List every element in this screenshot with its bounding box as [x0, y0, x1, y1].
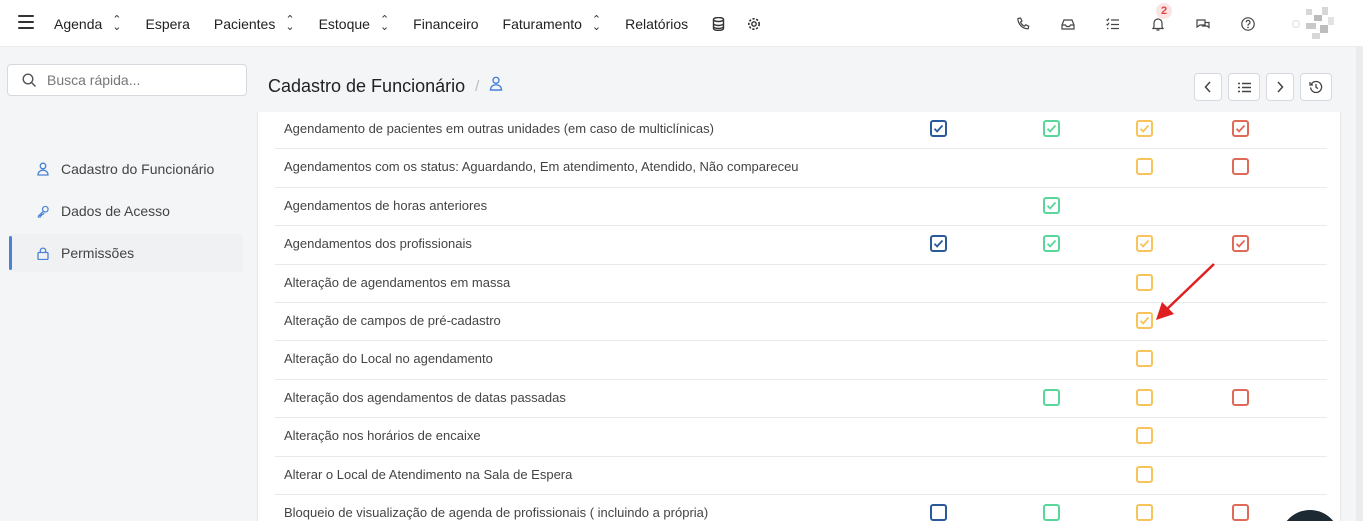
- table-row: Agendamentos com os status: Aguardando, …: [275, 149, 1327, 188]
- permission-checkbox[interactable]: [1232, 158, 1249, 176]
- table-row: Agendamentos dos profissionais: [275, 226, 1327, 265]
- sort-caret-icon: ⌃ ⌄: [379, 13, 390, 33]
- table-row: Agendamentos de horas anteriores: [275, 188, 1327, 227]
- menu-icon[interactable]: [18, 15, 34, 29]
- top-navbar: Agenda ⌃ ⌄ Espera Pacientes ⌃ ⌄ Estoque ⌃ ⌄ Fi…: [0, 0, 1363, 47]
- permission-label: Agendamento de pacientes em outras unida…: [284, 121, 714, 136]
- history-button[interactable]: [1300, 73, 1332, 101]
- search-icon: [22, 72, 36, 87]
- permission-label: Alteração dos agendamentos de datas pass…: [284, 389, 566, 405]
- scrollbar[interactable]: [1356, 47, 1363, 521]
- lock-icon: [37, 246, 49, 260]
- sort-caret-icon: ⌃ ⌄: [591, 13, 602, 33]
- nav-item-espera[interactable]: Espera: [146, 16, 190, 32]
- permission-checkbox[interactable]: [1043, 235, 1060, 253]
- chevron-right-icon: [1277, 81, 1284, 93]
- permission-checkbox[interactable]: [930, 235, 947, 253]
- checklist-icon[interactable]: [1105, 16, 1121, 32]
- permission-label: Agendamentos de horas anteriores: [284, 197, 488, 213]
- user-icon: [37, 162, 49, 176]
- chevron-left-icon: [1204, 81, 1211, 93]
- page-title: Cadastro de Funcionário: [268, 75, 466, 96]
- table-row: Agendamento de pacientes em outras unida…: [275, 112, 1327, 150]
- sort-caret-icon: ⌃ ⌄: [112, 13, 122, 33]
- sidebar-menu: Cadastro do Funcionário Dados de Acesso …: [9, 150, 243, 276]
- permission-checkbox[interactable]: [1232, 120, 1249, 137]
- nav-item-financeiro[interactable]: Financeiro: [413, 16, 478, 32]
- sidebar-item-cadastro[interactable]: Cadastro do Funcionário: [9, 150, 243, 188]
- table-row: Alteração dos agendamentos de datas pass…: [275, 380, 1327, 419]
- chat-icon[interactable]: [1195, 16, 1211, 32]
- history-icon: [1309, 80, 1323, 94]
- permission-label: Alterar o Local de Atendimento na Sala d…: [284, 466, 573, 482]
- permission-checkbox[interactable]: [1136, 388, 1153, 406]
- bell-icon[interactable]: 2: [1150, 2, 1172, 32]
- permission-label: Agendamentos com os status: Aguardando, …: [284, 159, 799, 175]
- permission-checkbox[interactable]: [1043, 196, 1060, 214]
- permission-label: Alteração nos horários de encaixe: [284, 428, 481, 444]
- search-input[interactable]: [47, 72, 237, 88]
- permission-checkbox[interactable]: [930, 120, 947, 137]
- permission-checkbox[interactable]: [1043, 120, 1060, 137]
- header-toolbar: [1188, 73, 1332, 101]
- nav-item-faturamento[interactable]: Faturamento ⌃ ⌄: [503, 13, 602, 33]
- permission-checkbox[interactable]: [1136, 350, 1153, 368]
- table-row: Alterar o Local de Atendimento na Sala d…: [275, 457, 1327, 495]
- list-button[interactable]: [1228, 73, 1260, 101]
- key-icon: [37, 204, 49, 218]
- permission-checkbox[interactable]: [1136, 235, 1153, 253]
- nav-item-estoque[interactable]: Estoque ⌃ ⌄: [319, 13, 390, 33]
- gear-icon[interactable]: [747, 17, 761, 31]
- sidebar-item-permissoes[interactable]: Permissões: [9, 234, 243, 272]
- permission-label: Alteração de campos de pré-cadastro: [284, 313, 501, 328]
- permission-checkbox[interactable]: [1232, 388, 1249, 406]
- permission-checkbox[interactable]: [930, 504, 947, 521]
- permission-checkbox[interactable]: [1136, 158, 1153, 176]
- permission-checkbox[interactable]: [1043, 388, 1060, 406]
- permission-label: Agendamentos dos profissionais: [284, 236, 472, 252]
- nav-item-agenda[interactable]: Agenda ⌃ ⌄: [54, 13, 122, 33]
- nav-item-pacientes[interactable]: Pacientes ⌃ ⌄: [214, 13, 295, 33]
- permission-label: Alteração do Local no agendamento: [284, 351, 493, 367]
- breadcrumb-separator: /: [475, 77, 480, 95]
- main-nav: Agenda ⌃ ⌄ Espera Pacientes ⌃ ⌄ Estoque ⌃ ⌄ Fi…: [54, 0, 783, 47]
- inbox-icon[interactable]: [1060, 16, 1076, 32]
- next-button[interactable]: [1266, 73, 1294, 101]
- annotation-arrow: [1156, 263, 1215, 320]
- permission-label: Bloqueio de visualização de agenda de pr…: [284, 505, 709, 520]
- table-row: Bloqueio de visualização de agenda de pr…: [275, 495, 1327, 521]
- nav-item-relatorios[interactable]: Relatórios: [625, 16, 688, 32]
- notification-badge: 2: [1156, 2, 1172, 19]
- database-icon[interactable]: [712, 16, 725, 31]
- previous-button[interactable]: [1194, 73, 1222, 101]
- list-icon: [1237, 82, 1251, 92]
- sidebar-item-dados-acesso[interactable]: Dados de Acesso: [9, 192, 243, 230]
- table-row: Alteração do Local no agendamento: [275, 341, 1327, 380]
- page-header: Cadastro de Funcionário /: [268, 70, 503, 102]
- toolbar-icons: 2: [986, 0, 1363, 47]
- help-icon[interactable]: [1240, 16, 1256, 32]
- permission-checkbox[interactable]: [1043, 504, 1060, 521]
- phone-icon[interactable]: [1015, 16, 1031, 32]
- permission-checkbox[interactable]: [1136, 120, 1153, 137]
- sort-caret-icon: ⌃ ⌄: [285, 13, 295, 33]
- permission-checkbox[interactable]: [1136, 427, 1153, 445]
- permission-checkbox[interactable]: [1232, 504, 1249, 521]
- search-box[interactable]: [7, 64, 247, 96]
- permission-checkbox[interactable]: [1136, 504, 1153, 521]
- permission-label: Alteração de agendamentos em massa: [284, 274, 511, 290]
- avatar[interactable]: [1292, 6, 1336, 41]
- permission-checkbox[interactable]: [1136, 465, 1153, 483]
- user-icon[interactable]: [489, 76, 503, 96]
- table-row: Alteração nos horários de encaixe: [275, 418, 1327, 457]
- permission-checkbox[interactable]: [1232, 235, 1249, 253]
